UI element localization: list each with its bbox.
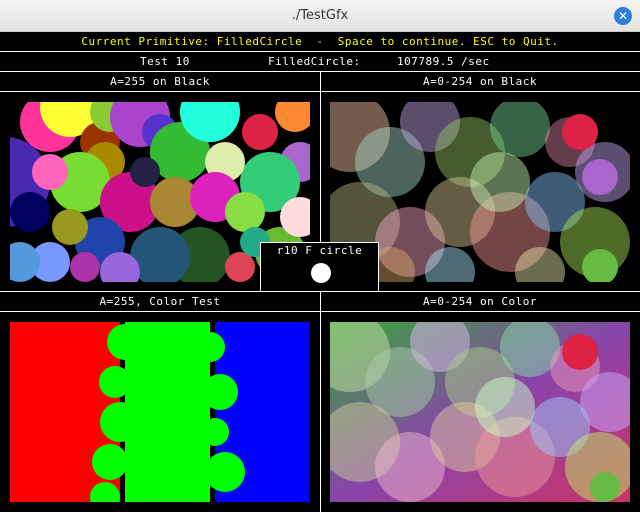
panel-color-test bbox=[10, 322, 310, 502]
primitive-preview: r10 F circle bbox=[260, 242, 379, 292]
filled-circle-sample bbox=[311, 263, 331, 283]
close-icon: ✕ bbox=[617, 9, 629, 23]
primitive-status-line: Current Primitive: FilledCircle - Space … bbox=[81, 35, 559, 48]
close-button[interactable]: ✕ bbox=[614, 7, 632, 25]
title-bar[interactable]: ./TestGfx ✕ bbox=[0, 0, 640, 32]
circles-alpha-color bbox=[330, 322, 630, 502]
panel-label-tr: A=0-254 on Black bbox=[423, 75, 537, 88]
panel-label-br: A=0-254 on Color bbox=[423, 295, 537, 308]
render-canvas: Current Primitive: FilledCircle - Space … bbox=[0, 32, 640, 512]
preview-label: r10 F circle bbox=[276, 244, 363, 257]
primitive-name: FilledCircle: bbox=[268, 55, 361, 68]
rate-readout: 107789.5 /sec bbox=[397, 55, 490, 68]
color-test-graphic bbox=[10, 322, 310, 502]
test-number: Test 10 bbox=[140, 55, 190, 68]
app-window: ./TestGfx ✕ Current Primitive: FilledCir… bbox=[0, 0, 640, 512]
panel-label-tl: A=255 on Black bbox=[110, 75, 210, 88]
window-title: ./TestGfx bbox=[291, 8, 349, 23]
divider bbox=[0, 51, 640, 52]
panel-alpha-on-color bbox=[330, 322, 630, 502]
panel-label-bl: A=255, Color Test bbox=[99, 295, 221, 308]
divider bbox=[320, 72, 321, 512]
